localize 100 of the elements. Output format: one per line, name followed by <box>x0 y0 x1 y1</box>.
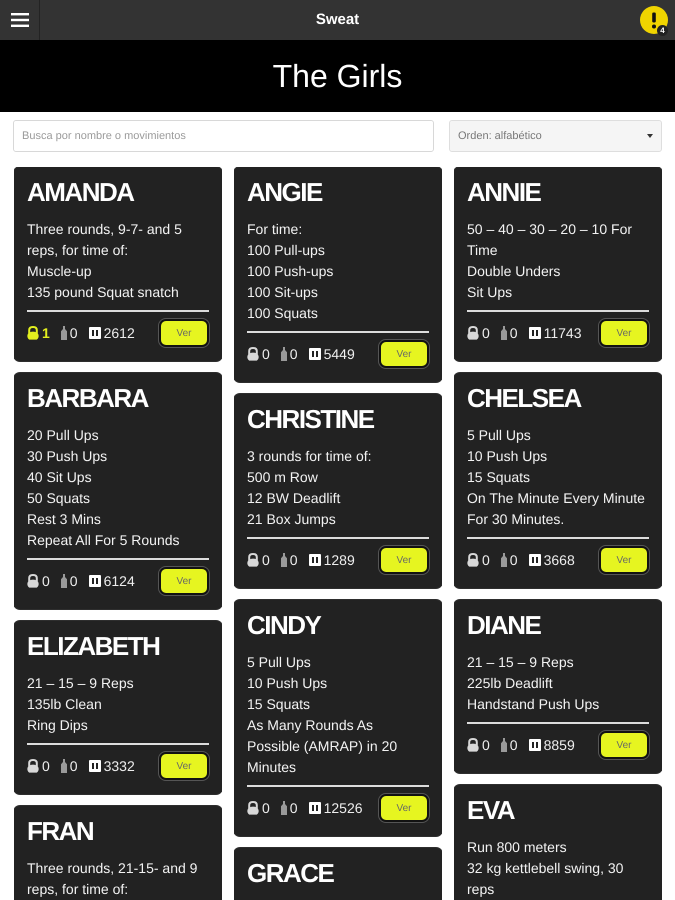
workout-line: Rest 3 Mins <box>27 510 101 529</box>
workout-name: EVA <box>467 797 514 823</box>
workout-line: 50 – 40 – 30 – 20 – 10 For Time <box>467 220 634 260</box>
workout-name: DIANE <box>467 612 540 638</box>
workout-line: Run 800 meters <box>467 838 567 857</box>
tile-icon <box>528 739 541 751</box>
stat-count: 0 <box>262 800 270 816</box>
workout-name: GRACE <box>247 860 334 886</box>
workout-line: Repeat All For 5 Rounds <box>27 531 180 550</box>
stat-count: 3332 <box>104 758 135 774</box>
workout-line: 100 Pull-ups <box>247 241 325 260</box>
stat-count: 0 <box>482 325 490 341</box>
workout-line: 225lb Deadlift <box>467 674 553 693</box>
caret-icon <box>647 134 653 138</box>
menu-icon <box>10 13 28 27</box>
stat-count: 0 <box>482 737 490 753</box>
bottle-icon <box>60 759 67 773</box>
sort-dropdown[interactable]: Orden: alfabético <box>449 120 662 152</box>
workout-line: Muscle-up <box>27 262 92 281</box>
kettlebell-icon <box>467 326 479 340</box>
workout-line: 10 Push Ups <box>247 674 328 693</box>
notification-badge: 4 <box>657 25 668 36</box>
bottle-icon <box>280 347 287 361</box>
app-title: Sweat <box>316 11 360 29</box>
workout-line: 135lb Clean <box>27 695 102 714</box>
workout-line: 30 Push Ups <box>27 447 108 466</box>
workout-line: 21 Box Jumps <box>247 510 336 529</box>
stat-count: 0 <box>510 552 518 568</box>
workout-name: AMANDA <box>27 179 134 205</box>
workout-line: As Many Rounds As Possible (AMRAP) in 20 Minutes <box>247 716 398 777</box>
stat-count: 0 <box>70 325 78 341</box>
alert-icon[interactable] <box>640 6 668 34</box>
workout-name: ANGIE <box>247 179 322 205</box>
stat-count: 2612 <box>104 325 135 341</box>
workout-line: 500 m Row <box>247 468 318 487</box>
stat-count: 12526 <box>324 800 363 816</box>
view-button[interactable]: Ver <box>159 752 209 780</box>
workout-line: Ring Dips <box>27 716 88 735</box>
stat-count: 3668 <box>544 552 575 568</box>
workout-line: 21 – 15 – 9 Reps <box>27 674 134 693</box>
kettlebell-icon <box>27 326 39 340</box>
workout-line: 15 Squats <box>467 468 530 487</box>
stat-count: 0 <box>290 346 298 362</box>
stat-count: 0 <box>70 758 78 774</box>
bottle-icon <box>500 738 507 752</box>
workout-name: CINDY <box>247 612 320 638</box>
workout-line: For time: <box>247 220 302 239</box>
workout-line: Handstand Push Ups <box>467 695 600 714</box>
workout-line: 10 Push Ups <box>467 447 548 466</box>
bottle-icon <box>500 326 507 340</box>
view-button[interactable]: Ver <box>599 319 649 347</box>
stat-count: 0 <box>262 552 270 568</box>
stat-count: 0 <box>290 800 298 816</box>
workout-line: 3 rounds for time of: <box>247 447 372 466</box>
view-button[interactable]: Ver <box>159 567 209 595</box>
stat-count: 0 <box>510 325 518 341</box>
view-button[interactable]: Ver <box>379 794 429 822</box>
workout-line: 100 Squats <box>247 304 318 323</box>
page-title: The Girls <box>272 57 402 95</box>
tile-icon <box>88 327 101 339</box>
stat-count: 0 <box>70 573 78 589</box>
stat-count: 11743 <box>544 325 582 341</box>
workout-line: 135 pound Squat snatch <box>27 283 179 302</box>
workout-line: Double Unders <box>467 262 560 281</box>
kettlebell-icon <box>467 738 479 752</box>
kettlebell-icon <box>247 347 259 361</box>
stat-count: 5449 <box>324 346 355 362</box>
workout-name: ELIZABETH <box>27 633 160 659</box>
workout-line: 20 Pull Ups <box>27 426 99 445</box>
view-button[interactable]: Ver <box>379 340 429 368</box>
view-button[interactable]: Ver <box>379 546 429 574</box>
workout-name: BARBARA <box>27 385 148 411</box>
tile-icon <box>528 327 541 339</box>
tile-icon <box>308 348 321 360</box>
tile-icon <box>308 554 321 566</box>
kettlebell-icon <box>27 574 39 588</box>
stat-count: 0 <box>510 737 518 753</box>
bottle-icon <box>60 326 67 340</box>
view-button[interactable]: Ver <box>159 319 209 347</box>
kettlebell-icon <box>467 553 479 567</box>
bottle-icon <box>60 574 67 588</box>
workout-line: Sit Ups <box>467 283 512 302</box>
workout-name: ANNIE <box>467 179 540 205</box>
workout-line: Three rounds, 21-15- and 9 reps, for time of: <box>27 859 198 899</box>
stat-count: 1 <box>42 325 50 341</box>
workout-line: 100 Sit-ups <box>247 283 318 302</box>
kettlebell-icon <box>247 801 259 815</box>
view-button[interactable]: Ver <box>599 546 649 574</box>
bottle-icon <box>500 553 507 567</box>
stat-count: 0 <box>482 552 490 568</box>
stat-count: 0 <box>262 346 270 362</box>
bottle-icon <box>280 801 287 815</box>
tile-icon <box>308 802 321 814</box>
workout-line: On The Minute Every Minute For 30 Minutes. <box>467 489 646 529</box>
stat-count: 1289 <box>324 552 355 568</box>
workout-line: 40 Sit Ups <box>27 468 92 487</box>
search-field[interactable]: Busca por nombre o movimientos <box>13 120 434 152</box>
bottle-icon <box>280 553 287 567</box>
workout-line: 5 Pull Ups <box>467 426 531 445</box>
view-button[interactable]: Ver <box>599 731 649 759</box>
